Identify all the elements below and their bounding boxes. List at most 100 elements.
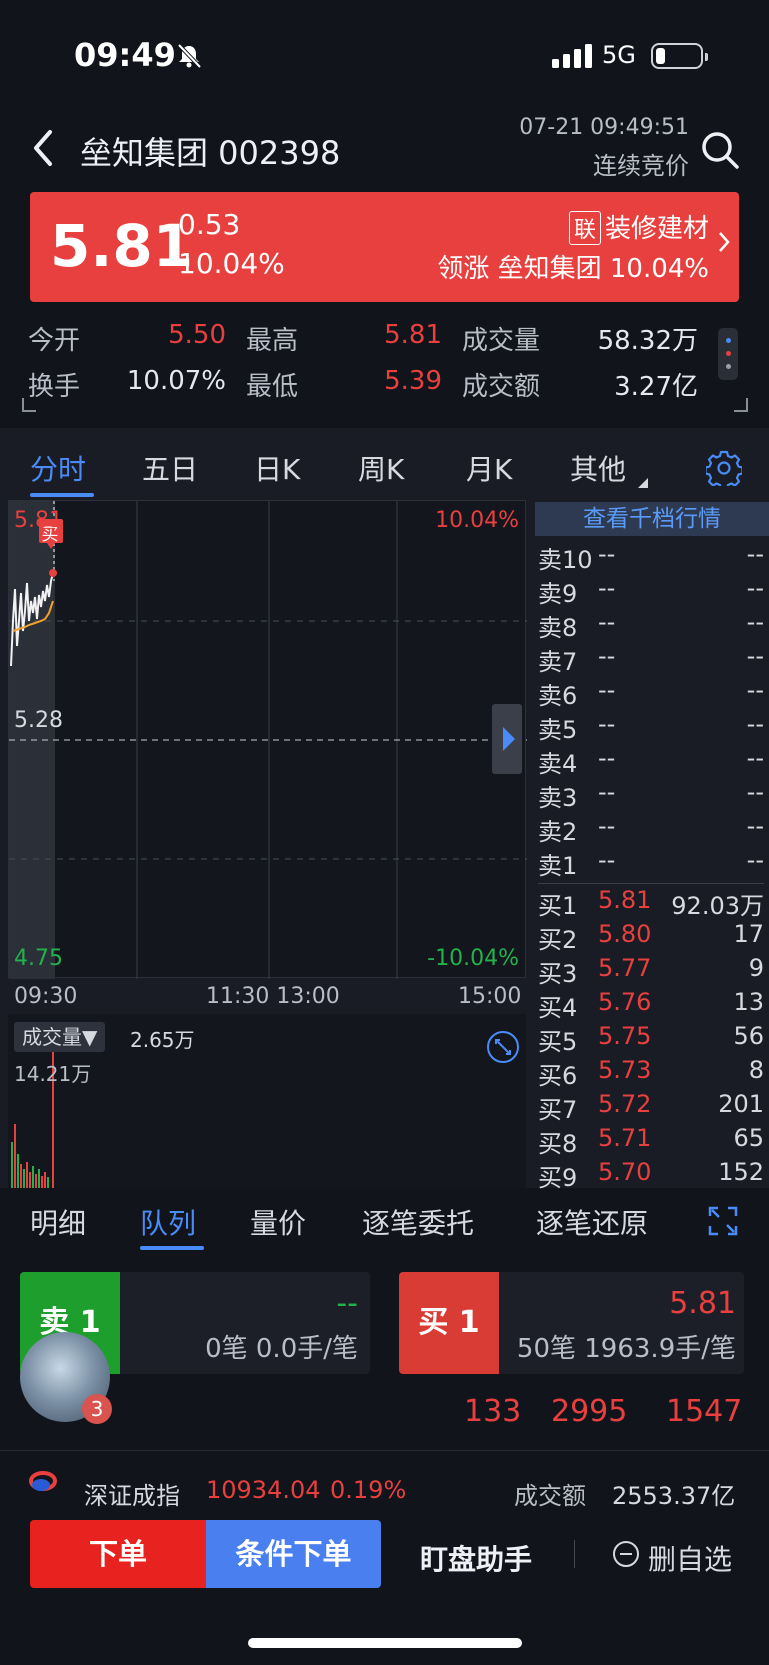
ask-level-label: 卖10 — [538, 546, 593, 574]
tab-intraday[interactable]: 分时 — [30, 448, 86, 488]
bid-row[interactable]: 买2 5.80 17 — [538, 920, 764, 954]
stat-amount-label: 成交额 — [462, 372, 541, 402]
orderbook-header[interactable]: 查看千档行情 — [535, 502, 769, 536]
bid-level-volume: 9 — [748, 954, 764, 982]
tab-queue[interactable]: 队列 — [140, 1202, 196, 1242]
expand-orderbook-icon[interactable] — [492, 704, 522, 774]
intraday-chart-svg — [9, 501, 527, 979]
sell-1-info: 0笔 0.0手/笔 — [205, 1334, 358, 1364]
search-icon[interactable] — [700, 130, 740, 170]
ask-row[interactable]: 卖1 -- -- — [538, 846, 764, 880]
expand-corner-left-icon — [22, 398, 36, 412]
bid-row[interactable]: 买4 5.76 13 — [538, 988, 764, 1022]
ask-level-price: -- — [598, 676, 616, 704]
bid-level-price: 5.80 — [598, 920, 652, 948]
bid-row[interactable]: 买7 5.72 201 — [538, 1090, 764, 1124]
index-name[interactable]: 深证成指 — [84, 1476, 180, 1511]
tab-details[interactable]: 明细 — [30, 1202, 86, 1242]
bid-level-volume: 8 — [748, 1056, 764, 1084]
stat-open-label: 今开 — [28, 326, 81, 356]
bid-level-volume: 13 — [733, 988, 764, 1016]
chart-price-bottom: 4.75 — [14, 946, 63, 971]
ask-level-label: 卖6 — [538, 682, 578, 710]
ask-level-label: 卖7 — [538, 648, 578, 676]
bid-row[interactable]: 买5 5.75 56 — [538, 1022, 764, 1056]
ask-row[interactable]: 卖3 -- -- — [538, 778, 764, 812]
back-arrow-icon[interactable] — [28, 128, 58, 168]
ask-level-price: -- — [598, 744, 616, 772]
bid-row[interactable]: 买3 5.77 9 — [538, 954, 764, 988]
tab-weekly-k[interactable]: 周K — [358, 448, 404, 488]
stat-low-label: 最低 — [246, 372, 299, 402]
bid-level-price: 5.81 — [598, 886, 652, 914]
chevron-right-icon — [719, 232, 730, 252]
watch-assistant-button[interactable]: 盯盘助手 — [420, 1538, 532, 1578]
ask-level-price: -- — [598, 642, 616, 670]
stock-title[interactable]: 垒知集团 002398 — [80, 128, 340, 174]
price-banner[interactable]: 5.81 0.53 10.04% 联装修建材 领涨 垒知集团 10.04% — [30, 192, 739, 302]
bid-level-price: 5.77 — [598, 954, 652, 982]
bid-level-price: 5.75 — [598, 1022, 652, 1050]
remove-watchlist-button[interactable]: 删自选 — [648, 1538, 732, 1578]
ask-row[interactable]: 卖4 -- -- — [538, 744, 764, 778]
conditional-order-button[interactable]: 条件下单 — [206, 1520, 381, 1588]
battery-icon — [651, 43, 708, 69]
price-change: 0.53 — [178, 208, 241, 241]
index-amount: 2553.37亿 — [612, 1482, 736, 1510]
bid-row[interactable]: 买1 5.81 92.03万 — [538, 886, 764, 920]
buy-queue-card[interactable]: 买 1 5.81 50笔 1963.9手/笔 — [399, 1272, 744, 1374]
buy-1-price: 5.81 — [669, 1286, 736, 1321]
tab-five-day[interactable]: 五日 — [142, 448, 198, 488]
remove-circle-icon[interactable] — [612, 1540, 640, 1568]
more-dots-icon[interactable] — [718, 328, 738, 380]
stat-volume: 58.32万 — [597, 326, 698, 356]
status-time: 09:49 — [74, 36, 176, 74]
bottom-divider — [574, 1540, 575, 1568]
tab-trade-restore[interactable]: 逐笔还原 — [536, 1202, 648, 1242]
tab-volume-price[interactable]: 量价 — [250, 1202, 306, 1242]
index-value: 10934.04 — [206, 1476, 321, 1504]
exchange-logo-icon — [29, 1471, 57, 1491]
bid-row[interactable]: 买6 5.73 8 — [538, 1056, 764, 1090]
tab-monthly-k[interactable]: 月K — [466, 448, 512, 488]
ask-level-label: 卖1 — [538, 852, 578, 880]
ask-row[interactable]: 卖8 -- -- — [538, 608, 764, 642]
sector-leader: 领涨 垒知集团 10.04% — [437, 254, 709, 284]
fullscreen-toggle-icon[interactable] — [486, 1030, 520, 1064]
ask-row[interactable]: 卖2 -- -- — [538, 812, 764, 846]
dropdown-triangle-icon — [638, 478, 648, 488]
ask-level-price: -- — [598, 778, 616, 806]
bid-level-label: 买4 — [538, 994, 578, 1022]
ask-row[interactable]: 卖6 -- -- — [538, 676, 764, 710]
detail-tab-underline — [140, 1246, 204, 1250]
expand-icon[interactable] — [708, 1206, 738, 1236]
intraday-chart[interactable] — [8, 500, 527, 979]
bid-level-label: 买5 — [538, 1028, 578, 1056]
sector-label[interactable]: 联装修建材 — [568, 208, 709, 245]
volume-indicator-select[interactable]: 成交量▼ — [14, 1022, 106, 1052]
expand-corner-right-icon — [734, 398, 748, 412]
gear-icon[interactable] — [706, 450, 742, 486]
stat-amount: 3.27亿 — [614, 372, 698, 402]
tab-other[interactable]: 其他 — [570, 448, 626, 488]
ask-level-label: 卖2 — [538, 818, 578, 846]
bid-row[interactable]: 买8 5.71 65 — [538, 1124, 764, 1158]
ask-level-price: -- — [598, 540, 616, 568]
signal-icon — [552, 44, 592, 68]
ask-row[interactable]: 卖7 -- -- — [538, 642, 764, 676]
ask-row[interactable]: 卖10 -- -- — [538, 540, 764, 574]
bid-level-volume: 152 — [718, 1158, 764, 1186]
ask-row[interactable]: 卖5 -- -- — [538, 710, 764, 744]
tab-daily-k[interactable]: 日K — [254, 448, 300, 488]
tab-order-by-order[interactable]: 逐笔委托 — [362, 1202, 474, 1242]
stat-turnover: 10.07% — [126, 366, 226, 396]
assistant-avatar[interactable]: 3 — [20, 1332, 112, 1424]
place-order-button[interactable]: 下单 — [30, 1520, 206, 1588]
bid-row[interactable]: 买9 5.70 152 — [538, 1158, 764, 1192]
ask-row[interactable]: 卖9 -- -- — [538, 574, 764, 608]
buy-1-button[interactable]: 买 1 — [399, 1272, 499, 1374]
orderbook-divider — [538, 883, 764, 884]
ask-level-volume: -- — [746, 812, 764, 840]
time-midday: 11:30 13:00 — [206, 984, 340, 1009]
bid-level-price: 5.72 — [598, 1090, 652, 1118]
